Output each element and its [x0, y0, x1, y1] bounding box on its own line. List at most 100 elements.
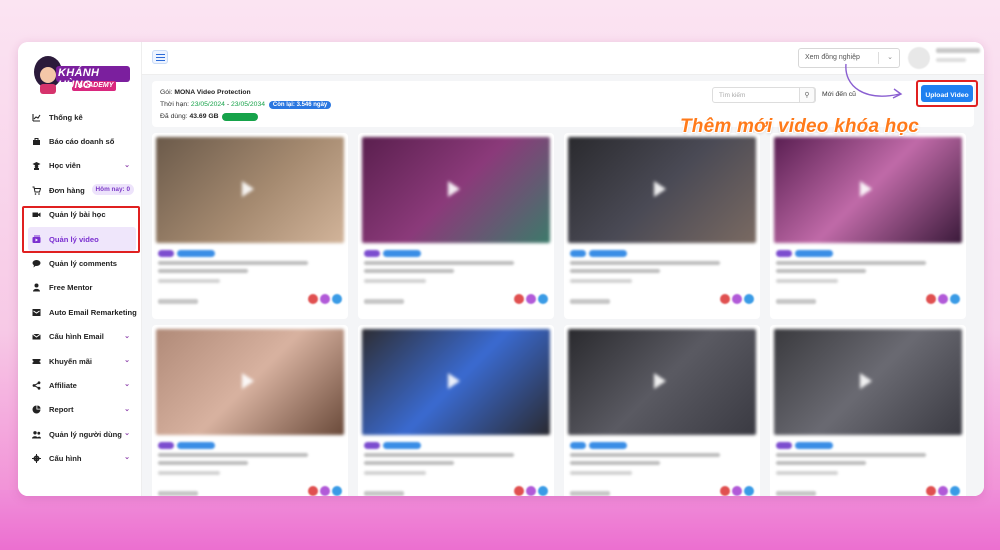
info-action-icon[interactable]: [332, 486, 342, 496]
video-thumbnail[interactable]: [568, 329, 756, 435]
users-icon: [32, 430, 41, 439]
sidebar-item-3[interactable]: Học viên ⌄: [18, 154, 142, 178]
delete-action-icon[interactable]: [926, 294, 936, 304]
delete-action-icon[interactable]: [308, 294, 318, 304]
video-thumbnail[interactable]: [362, 329, 550, 435]
video-thumbnail[interactable]: [156, 329, 344, 435]
sidebar-item-label: Quản lý người dùng: [49, 429, 122, 439]
sidebar-item-4[interactable]: Đơn hàng Hôm nay: 0: [18, 178, 142, 202]
video-tags: [570, 442, 627, 449]
info-action-icon[interactable]: [744, 486, 754, 496]
video-card[interactable]: [564, 325, 760, 496]
video-card[interactable]: [358, 133, 554, 319]
upload-video-button[interactable]: Upload Video: [921, 85, 973, 102]
video-stats-blurred: [570, 491, 610, 496]
play-icon[interactable]: [860, 181, 872, 197]
edit-action-icon[interactable]: [938, 486, 948, 496]
chevron-down-icon: ⌄: [124, 454, 130, 462]
edit-action-icon[interactable]: [526, 294, 536, 304]
package-value: MONA Video Protection: [174, 89, 251, 96]
sidebar-item-10[interactable]: Cấu hình Email ⌄: [18, 325, 142, 349]
sidebar-item-8[interactable]: Free Mentor: [18, 276, 142, 300]
info-action-icon[interactable]: [332, 294, 342, 304]
user-graduate-icon: [32, 161, 41, 171]
edit-action-icon[interactable]: [526, 486, 536, 496]
search-icon[interactable]: ⚲: [799, 87, 815, 103]
video-tags: [158, 250, 215, 257]
info-action-icon[interactable]: [538, 486, 548, 496]
sidebar-item-15[interactable]: Cấu hình ⌄: [18, 446, 142, 470]
delete-action-icon[interactable]: [926, 486, 936, 496]
delete-action-icon[interactable]: [308, 486, 318, 496]
video-thumbnail[interactable]: [156, 137, 344, 243]
delete-action-icon[interactable]: [514, 294, 524, 304]
search-placeholder: Tìm kiếm: [719, 92, 746, 99]
video-card[interactable]: [770, 325, 966, 496]
info-action-icon[interactable]: [950, 294, 960, 304]
main-content: Gói: MONA Video Protection Thời hạn: 23/…: [142, 75, 984, 496]
video-thumbnail[interactable]: [774, 329, 962, 435]
sidebar-item-label: Thống kê: [49, 112, 83, 122]
info-action-icon[interactable]: [744, 294, 754, 304]
menu-toggle-button[interactable]: [152, 50, 168, 64]
delete-action-icon[interactable]: [514, 486, 524, 496]
sidebar-nav: Thống kê Báo cáo doanh số Học viên ⌄ Đơn hàn…: [18, 105, 142, 471]
video-text-blurred: [364, 269, 454, 273]
avatar[interactable]: [908, 47, 930, 69]
sidebar-item-14[interactable]: Quản lý người dùng ⌄: [18, 422, 142, 446]
delete-action-icon[interactable]: [720, 294, 730, 304]
annotation-arrow-icon: [845, 63, 903, 99]
background-band: [0, 490, 1000, 550]
gear-icon: [32, 454, 41, 464]
sidebar-item-2[interactable]: Báo cáo doanh số: [18, 129, 142, 153]
annotation-callout: Thêm mới video khóa học: [680, 116, 920, 137]
video-stats-blurred: [570, 299, 610, 304]
play-icon[interactable]: [654, 373, 666, 389]
video-text-blurred: [776, 269, 866, 273]
video-actions: [926, 486, 960, 496]
play-icon[interactable]: [448, 181, 460, 197]
briefcase-icon: [32, 137, 41, 146]
video-card[interactable]: [152, 133, 348, 319]
term-start: 23/05/2024: [190, 101, 225, 108]
envelope-icon: [32, 332, 41, 341]
sidebar-item-12[interactable]: Affiliate ⌄: [18, 373, 142, 397]
chevron-down-icon: ⌄: [124, 356, 130, 364]
play-icon[interactable]: [654, 181, 666, 197]
sidebar-item-7[interactable]: Quản lý comments: [18, 251, 142, 275]
video-card[interactable]: [152, 325, 348, 496]
edit-action-icon[interactable]: [732, 294, 742, 304]
video-text-blurred: [570, 461, 660, 465]
play-icon[interactable]: [242, 181, 254, 197]
sidebar-item-label: Học viên: [49, 161, 81, 171]
sidebar-item-9[interactable]: Auto Email Remarketing: [18, 300, 142, 324]
video-thumbnail[interactable]: [568, 137, 756, 243]
info-action-icon[interactable]: [538, 294, 548, 304]
video-thumbnail[interactable]: [774, 137, 962, 243]
edit-action-icon[interactable]: [938, 294, 948, 304]
play-icon[interactable]: [448, 373, 460, 389]
video-thumbnail[interactable]: [362, 137, 550, 243]
video-tags: [158, 442, 215, 449]
search-input[interactable]: Tìm kiếm ⚲: [712, 87, 816, 103]
unlimited-badge: Unlimited: [222, 113, 258, 121]
app-window: KHÁNH HÙNG ACADEMY Thống kê Báo cáo doanh…: [18, 42, 984, 496]
edit-action-icon[interactable]: [320, 294, 330, 304]
delete-action-icon[interactable]: [720, 486, 730, 496]
annotation-upload-highlight: Upload Video: [916, 80, 978, 107]
play-icon[interactable]: [860, 373, 872, 389]
video-actions: [514, 294, 548, 304]
sidebar-item-13[interactable]: Report ⌄: [18, 398, 142, 422]
info-action-icon[interactable]: [950, 486, 960, 496]
video-card[interactable]: [770, 133, 966, 319]
logo[interactable]: KHÁNH HÙNG ACADEMY: [26, 48, 134, 100]
video-card[interactable]: [358, 325, 554, 496]
sidebar-item-1[interactable]: Thống kê: [18, 105, 142, 129]
edit-action-icon[interactable]: [320, 486, 330, 496]
video-text-blurred: [776, 279, 838, 283]
sidebar-item-11[interactable]: Khuyến mãi ⌄: [18, 349, 142, 373]
video-text-blurred: [158, 461, 248, 465]
play-icon[interactable]: [242, 373, 254, 389]
video-card[interactable]: [564, 133, 760, 319]
edit-action-icon[interactable]: [732, 486, 742, 496]
